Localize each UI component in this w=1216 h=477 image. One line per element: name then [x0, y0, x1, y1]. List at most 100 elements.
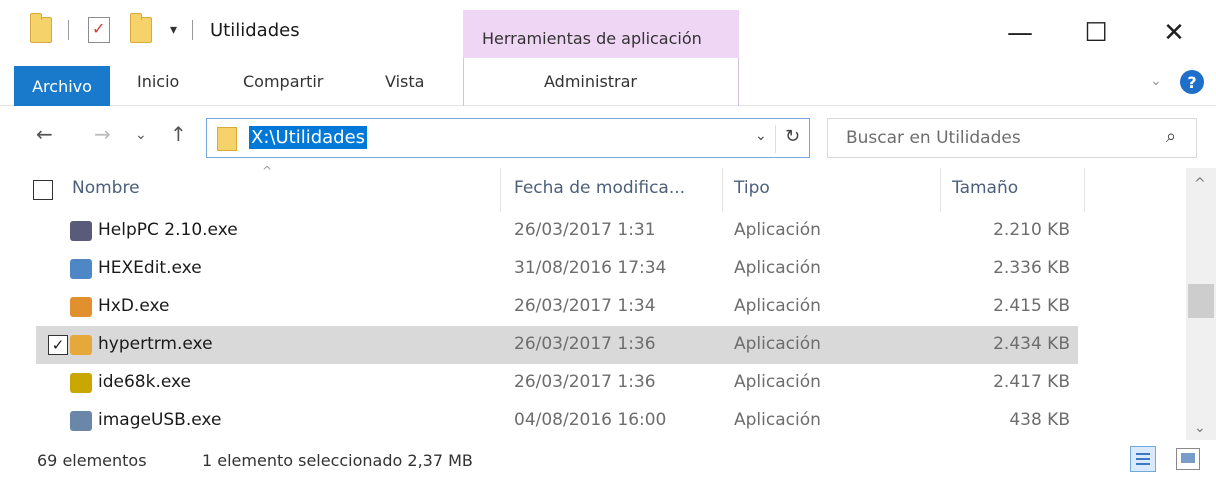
file-row[interactable]: imageUSB.exe 04/08/2016 16:00 Aplicación…: [36, 402, 1078, 440]
scrollbar-thumb[interactable]: [1188, 284, 1214, 318]
file-type: Aplicación: [734, 410, 821, 430]
file-type: Aplicación: [734, 372, 821, 392]
file-size: 2.210 KB: [993, 220, 1070, 240]
expand-ribbon-icon[interactable]: ⌄: [1150, 73, 1162, 89]
navigation-bar: ← → ⌄ ↑ X:\Utilidades ⌄ ↻ Buscar en Util…: [0, 106, 1216, 168]
column-divider[interactable]: [500, 168, 501, 212]
contextual-tab-header-label: Herramientas de aplicación: [482, 29, 702, 48]
search-box[interactable]: Buscar en Utilidades ⌕: [827, 118, 1197, 158]
address-path[interactable]: X:\Utilidades: [249, 126, 368, 149]
file-row[interactable]: HelpPC 2.10.exe 26/03/2017 1:31 Aplicaci…: [36, 212, 1078, 250]
address-separator: [775, 125, 776, 153]
close-button[interactable]: ✕: [1144, 10, 1204, 56]
tab-inicio[interactable]: Inicio: [137, 72, 179, 91]
vertical-scrollbar[interactable]: ^ ⌄: [1186, 168, 1216, 440]
file-row-selected[interactable]: ✓ hypertrm.exe 26/03/2017 1:36 Aplicació…: [36, 326, 1078, 364]
hxd-icon: [70, 297, 92, 317]
scroll-down-icon[interactable]: ⌄: [1194, 420, 1206, 436]
file-size: 2.336 KB: [993, 258, 1070, 278]
ribbon-tabs: Archivo Inicio Compartir Vista Administr…: [0, 58, 1216, 106]
folder-icon: [217, 127, 237, 151]
quick-access-dropdown[interactable]: ▾: [170, 14, 177, 46]
forward-button[interactable]: →: [94, 122, 111, 146]
folder-icon: [130, 13, 152, 43]
column-divider[interactable]: [1084, 168, 1085, 212]
window-title: Utilidades: [210, 20, 300, 41]
sort-ascending-icon: ^: [262, 164, 273, 178]
minimize-button[interactable]: —: [990, 10, 1050, 56]
file-date: 26/03/2017 1:31: [514, 220, 656, 240]
file-date: 26/03/2017 1:36: [514, 372, 656, 392]
arrow-right-icon: →: [94, 122, 111, 146]
select-all-checkbox[interactable]: [33, 180, 53, 200]
quick-access-folder-icon[interactable]: [30, 13, 52, 46]
helppc-icon: [70, 221, 92, 241]
back-button[interactable]: ←: [36, 122, 53, 146]
search-icon[interactable]: ⌕: [1166, 126, 1176, 147]
file-name: ide68k.exe: [98, 372, 192, 392]
up-button[interactable]: ↑: [170, 122, 187, 146]
new-folder-icon[interactable]: [130, 13, 152, 46]
file-type: Aplicación: [734, 334, 821, 354]
file-row[interactable]: HEXEdit.exe 31/08/2016 17:34 Aplicación …: [36, 250, 1078, 288]
tab-administrar[interactable]: Administrar: [463, 58, 739, 106]
tab-administrar-label: Administrar: [544, 72, 638, 91]
column-size[interactable]: Tamaño: [952, 178, 1018, 198]
file-date: 31/08/2016 17:34: [514, 258, 667, 278]
file-size: 2.434 KB: [993, 334, 1070, 354]
help-icon[interactable]: ?: [1180, 70, 1204, 94]
selection-info: 1 elemento seleccionado 2,37 MB: [202, 451, 473, 470]
column-type[interactable]: Tipo: [734, 178, 770, 198]
status-bar: 69 elementos 1 elemento seleccionado 2,3…: [0, 440, 1216, 477]
quick-access-separator: [192, 20, 193, 40]
file-size: 2.415 KB: [993, 296, 1070, 316]
file-date: 26/03/2017 1:34: [514, 296, 656, 316]
contextual-tab-header: Herramientas de aplicación: [463, 10, 739, 58]
row-checkbox[interactable]: ✓: [48, 335, 68, 355]
file-row[interactable]: HxD.exe 26/03/2017 1:34 Aplicación 2.415…: [36, 288, 1078, 326]
ide68k-icon: [70, 373, 92, 393]
chevron-down-icon: ⌄: [135, 127, 147, 143]
properties-icon[interactable]: [88, 14, 110, 46]
search-input[interactable]: Buscar en Utilidades: [846, 128, 1021, 148]
tab-vista[interactable]: Vista: [385, 72, 424, 91]
refresh-icon[interactable]: ↻: [785, 126, 800, 147]
file-size: 438 KB: [1009, 410, 1070, 430]
file-list: ^ Nombre Fecha de modifica... Tipo Tamañ…: [0, 164, 1186, 440]
chevron-down-icon: ▾: [170, 22, 178, 38]
column-divider[interactable]: [940, 168, 941, 212]
file-date: 26/03/2017 1:36: [514, 334, 656, 354]
file-name: HEXEdit.exe: [98, 258, 202, 278]
column-divider[interactable]: [722, 168, 723, 212]
file-name: HxD.exe: [98, 296, 170, 316]
large-icons-view-icon[interactable]: [1176, 448, 1200, 470]
arrow-up-icon: ↑: [170, 122, 187, 146]
column-name[interactable]: Nombre: [72, 178, 140, 198]
file-name: HelpPC 2.10.exe: [98, 220, 238, 240]
file-name: hypertrm.exe: [98, 334, 213, 354]
scroll-up-icon[interactable]: ^: [1194, 176, 1206, 192]
item-count: 69 elementos: [37, 451, 147, 470]
folder-icon: [30, 13, 52, 43]
file-row[interactable]: ide68k.exe 26/03/2017 1:36 Aplicación 2.…: [36, 364, 1078, 402]
tab-archivo[interactable]: Archivo: [14, 66, 110, 106]
quick-access-separator: [68, 20, 69, 40]
hypertrm-icon: [70, 335, 92, 355]
address-dropdown-icon[interactable]: ⌄: [755, 128, 767, 144]
close-icon: ✕: [1163, 18, 1185, 48]
file-size: 2.417 KB: [993, 372, 1070, 392]
maximize-button[interactable]: ☐: [1066, 10, 1126, 56]
tab-compartir[interactable]: Compartir: [243, 72, 323, 91]
file-date: 04/08/2016 16:00: [514, 410, 667, 430]
address-bar[interactable]: X:\Utilidades ⌄ ↻: [206, 118, 810, 158]
column-header: ^ Nombre Fecha de modifica... Tipo Tamañ…: [0, 164, 1186, 212]
file-type: Aplicación: [734, 258, 821, 278]
details-view-icon[interactable]: [1130, 446, 1156, 472]
arrow-left-icon: ←: [36, 122, 53, 146]
imageusb-icon: [70, 411, 92, 431]
column-date[interactable]: Fecha de modifica...: [514, 178, 685, 198]
file-name: imageUSB.exe: [98, 410, 222, 430]
file-type: Aplicación: [734, 296, 821, 316]
minimize-icon: —: [1007, 18, 1033, 48]
recent-locations-button[interactable]: ⌄: [135, 127, 147, 143]
